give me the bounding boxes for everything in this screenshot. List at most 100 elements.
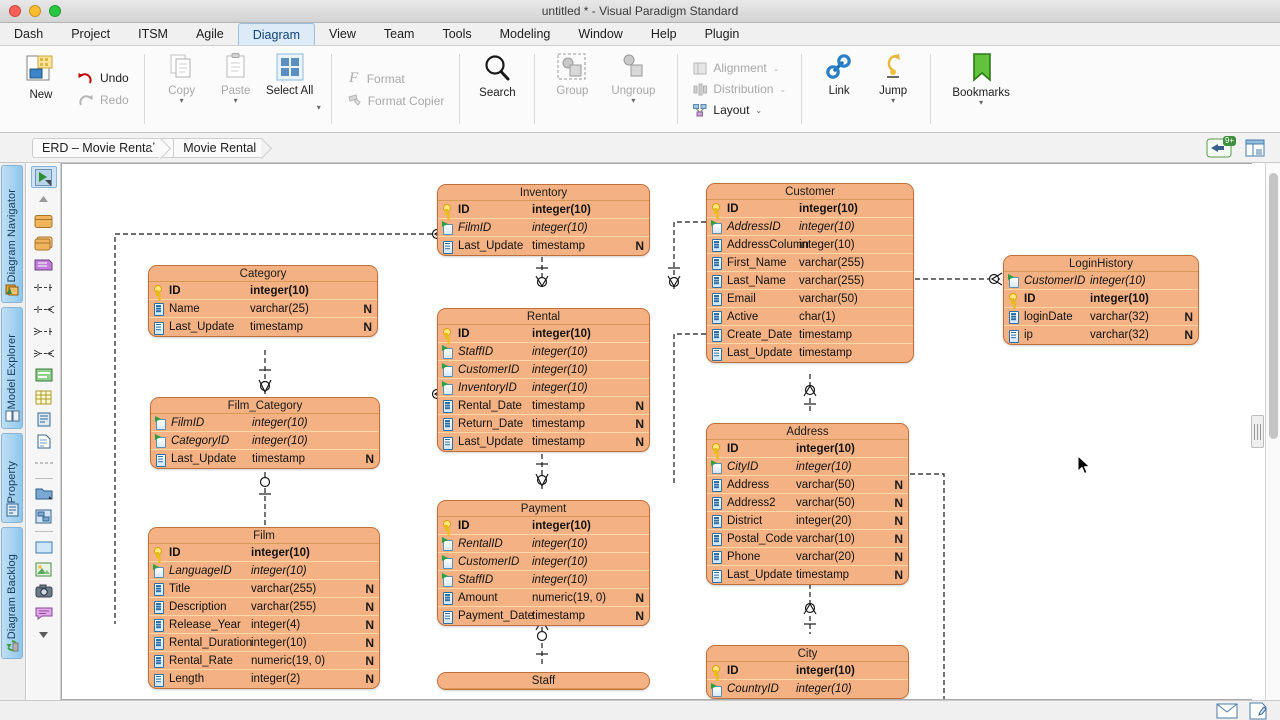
entity-column-row[interactable]: Release_Yearinteger(4)N <box>149 616 379 634</box>
entity-column-row[interactable]: StaffIDinteger(10) <box>438 571 649 589</box>
entity-column-row[interactable]: Rental_DatetimestampN <box>438 397 649 415</box>
subdiagram-tool[interactable] <box>31 505 57 527</box>
entity-column-row[interactable]: CategoryIDinteger(10) <box>151 432 379 450</box>
entity-column-row[interactable]: Payment_DatetimestampN <box>438 607 649 625</box>
jump-button[interactable]: Jump ▾ <box>866 46 920 132</box>
search-button[interactable]: Search <box>470 46 524 132</box>
entity-column-row[interactable]: Titlevarchar(255)N <box>149 580 379 598</box>
entity-column-row[interactable]: Last_UpdatetimestampN <box>149 318 377 336</box>
undo-button[interactable]: Undo <box>72 69 134 88</box>
entity-column-row[interactable]: Emailvarchar(50) <box>707 290 913 308</box>
menu-modeling[interactable]: Modeling <box>486 23 565 45</box>
bookmarks-chevron-down-icon[interactable]: ▾ <box>979 99 983 106</box>
entity-loginhistory[interactable]: LoginHistoryCustomerIDinteger(10)IDinteg… <box>1003 255 1199 345</box>
menu-tools[interactable]: Tools <box>428 23 485 45</box>
entity-customer[interactable]: CustomerIDinteger(10)AddressIDinteger(10… <box>706 183 914 363</box>
entity-column-row[interactable]: IDinteger(10) <box>707 200 913 218</box>
entity-column-row[interactable]: AddressColumninteger(10) <box>707 236 913 254</box>
select-all-chevron-down-icon[interactable]: ▾ <box>317 103 321 112</box>
entity-column-row[interactable]: Phonevarchar(20)N <box>707 548 908 566</box>
table-tool[interactable] <box>31 386 57 408</box>
comment-tool[interactable] <box>31 602 57 624</box>
bookmarks-button[interactable]: Bookmarks ▾ <box>941 46 1021 132</box>
sidebar-tab-property[interactable]: Property <box>1 433 23 523</box>
entity-column-row[interactable]: Amountnumeric(19, 0)N <box>438 589 649 607</box>
paste-chevron-down-icon[interactable]: ▾ <box>234 97 238 104</box>
entity-category[interactable]: CategoryIDinteger(10)Namevarchar(25)NLas… <box>148 265 378 337</box>
relationship-many-to-one-tool[interactable] <box>31 320 57 342</box>
new-button[interactable]: New <box>14 46 68 132</box>
entity-column-row[interactable]: FilmIDinteger(10) <box>438 219 649 237</box>
menu-view[interactable]: View <box>315 23 370 45</box>
sidebar-tab-diagram-backlog[interactable]: Diagram Backlog <box>1 527 23 659</box>
copy-button[interactable]: Copy ▾ <box>155 46 209 132</box>
entity-column-row[interactable]: Addressvarchar(50)N <box>707 476 908 494</box>
paste-button[interactable]: Paste ▾ <box>209 46 263 132</box>
entity-column-row[interactable]: Last_UpdatetimestampN <box>151 450 379 468</box>
note-tool[interactable] <box>31 254 57 276</box>
pointer-tool[interactable] <box>31 166 57 188</box>
group-button[interactable]: Group <box>545 46 599 132</box>
entity-column-row[interactable]: IDinteger(10) <box>149 544 379 562</box>
copy-chevron-down-icon[interactable]: ▾ <box>180 97 184 104</box>
notification-button[interactable]: 9+ <box>1206 137 1236 159</box>
dashed-line-tool[interactable] <box>31 452 57 474</box>
image-tool[interactable] <box>31 558 57 580</box>
entity-column-row[interactable]: Last_UpdatetimestampN <box>707 566 908 584</box>
entity-column-row[interactable]: IDinteger(10) <box>438 517 649 535</box>
ungroup-chevron-down-icon[interactable]: ▾ <box>631 97 635 104</box>
scrollbar-thumb[interactable] <box>1269 173 1278 439</box>
message-envelope-icon[interactable] <box>1216 703 1238 719</box>
green-note-tool[interactable] <box>31 364 57 386</box>
entity-column-row[interactable]: Lengthinteger(2)N <box>149 670 379 688</box>
entity-column-row[interactable]: Districtinteger(20)N <box>707 512 908 530</box>
entity-film_category[interactable]: Film_CategoryFilmIDinteger(10)CategoryID… <box>150 397 380 469</box>
entity-column-row[interactable]: CityIDinteger(10) <box>707 458 908 476</box>
select-all-button[interactable]: Select All <box>263 46 317 132</box>
entity-tool[interactable] <box>31 210 57 232</box>
entity-column-row[interactable]: Namevarchar(25)N <box>149 300 377 318</box>
entity-column-row[interactable]: IDinteger(10) <box>438 325 649 343</box>
menu-project[interactable]: Project <box>57 23 124 45</box>
entity-column-row[interactable]: Activechar(1) <box>707 308 913 326</box>
canvas-vertical-scrollbar[interactable] <box>1265 163 1280 700</box>
entity-column-row[interactable]: InventoryIDinteger(10) <box>438 379 649 397</box>
distribution-button[interactable]: Distribution ⌄ <box>688 80 791 98</box>
menu-itsm[interactable]: ITSM <box>124 23 182 45</box>
entity-staff[interactable]: Staff <box>437 672 650 690</box>
entity-column-row[interactable]: IDinteger(10) <box>707 440 908 458</box>
alignment-button[interactable]: Alignment ⌄ <box>688 59 791 77</box>
entity-address[interactable]: AddressIDinteger(10)CityIDinteger(10)Add… <box>706 423 909 585</box>
menu-diagram[interactable]: Diagram <box>238 23 315 45</box>
panel-resize-handle[interactable] <box>1251 415 1264 448</box>
relationship-one-to-many-tool[interactable] <box>31 298 57 320</box>
menu-help[interactable]: Help <box>637 23 691 45</box>
entity-inventory[interactable]: InventoryIDinteger(10)FilmIDinteger(10)L… <box>437 184 650 256</box>
entity-column-row[interactable]: Descriptionvarchar(255)N <box>149 598 379 616</box>
entity-column-row[interactable]: LanguageIDinteger(10) <box>149 562 379 580</box>
entity-column-row[interactable]: Postal_Codevarchar(10)N <box>707 530 908 548</box>
ungroup-button[interactable]: Ungroup ▾ <box>599 46 667 132</box>
jump-chevron-down-icon[interactable]: ▾ <box>891 97 895 104</box>
entity-column-row[interactable]: IDinteger(10) <box>1004 290 1198 308</box>
entity-column-row[interactable]: Return_DatetimestampN <box>438 415 649 433</box>
breadcrumb-item-erd[interactable]: ERD – Movie Rental <box>32 138 160 158</box>
screenshot-tool[interactable] <box>31 580 57 602</box>
menu-window[interactable]: Window <box>564 23 636 45</box>
entity-column-row[interactable]: IDinteger(10) <box>438 201 649 219</box>
relationship-one-to-one-tool[interactable] <box>31 276 57 298</box>
entity-film[interactable]: FilmIDinteger(10)LanguageIDinteger(10)Ti… <box>148 527 380 689</box>
link-button[interactable]: Link <box>812 46 866 132</box>
entity-column-row[interactable]: IDinteger(10) <box>707 662 908 680</box>
entity-column-row[interactable]: First_Namevarchar(255) <box>707 254 913 272</box>
entity-column-row[interactable]: CountryIDinteger(10) <box>707 680 908 698</box>
entity-column-row[interactable]: CustomerIDinteger(10) <box>438 553 649 571</box>
alignment-chevron-down-icon[interactable]: ⌄ <box>773 64 780 73</box>
entity-column-row[interactable]: RentalIDinteger(10) <box>438 535 649 553</box>
entity-city[interactable]: CityIDinteger(10)CountryIDinteger(10) <box>706 645 909 699</box>
distribution-chevron-down-icon[interactable]: ⌄ <box>779 85 786 94</box>
menu-plugin[interactable]: Plugin <box>691 23 754 45</box>
menu-dash[interactable]: Dash <box>0 23 57 45</box>
edit-note-icon[interactable] <box>1248 702 1268 720</box>
entity-column-row[interactable]: StaffIDinteger(10) <box>438 343 649 361</box>
